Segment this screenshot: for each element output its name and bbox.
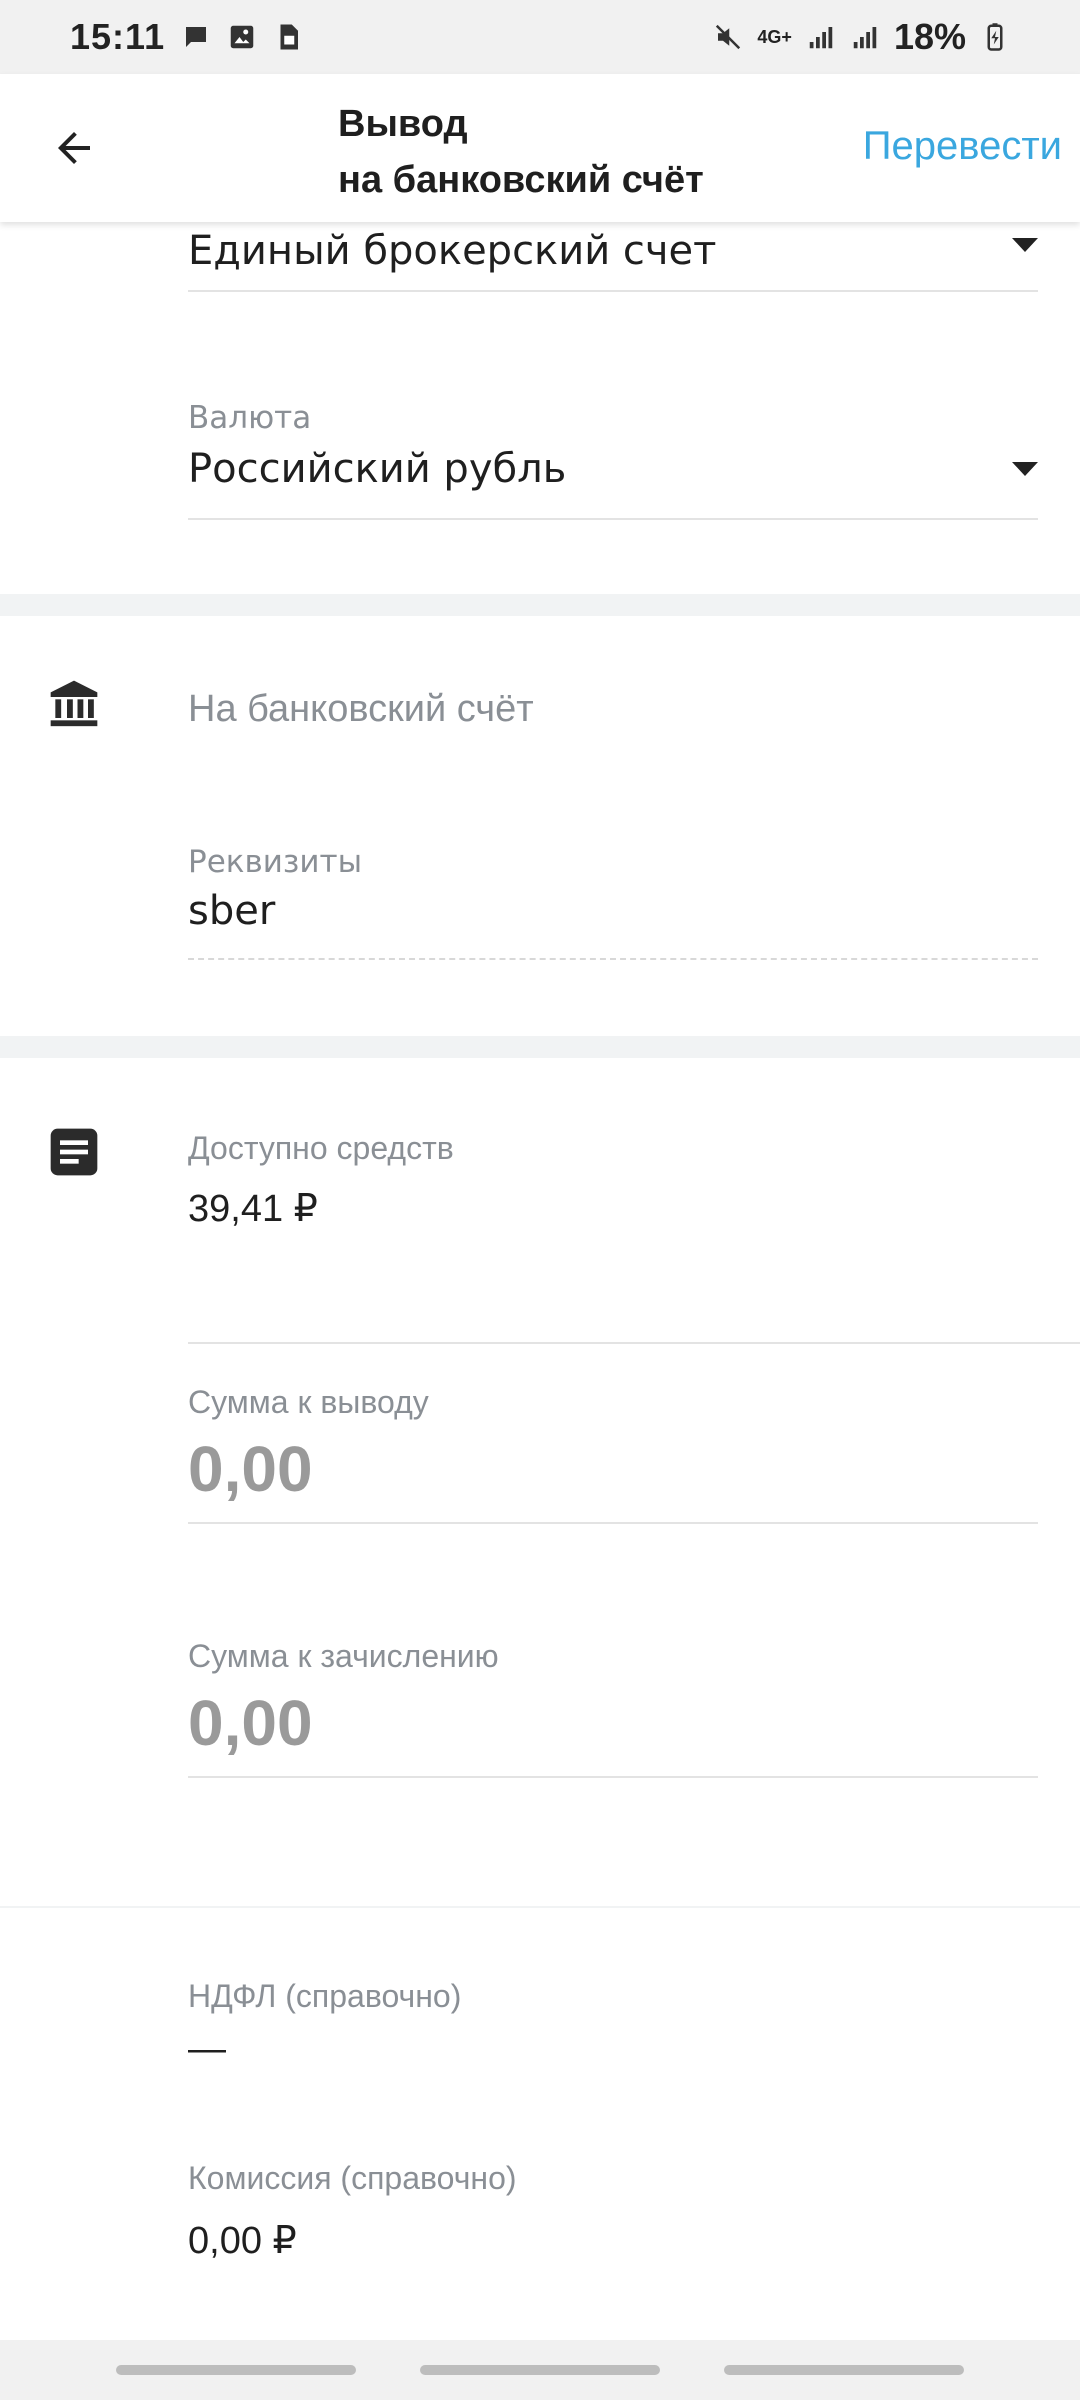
- network-type-label: 4G+: [757, 26, 792, 47]
- status-left: 15:11: [70, 16, 303, 58]
- currency-label: Валюта: [188, 400, 312, 436]
- withdraw-value: 0,00: [188, 1433, 313, 1505]
- credit-value: 0,00: [188, 1687, 313, 1759]
- dropdown-caret-icon: [1012, 238, 1038, 252]
- tax-value: —: [188, 2028, 226, 2070]
- account-select[interactable]: Единый брокерский счет: [188, 222, 1038, 292]
- commission-value: 0,00 ₽: [188, 2220, 297, 2262]
- credit-label: Сумма к зачислению: [188, 1638, 499, 1674]
- back-arrow-icon: [58, 132, 90, 164]
- app-bar: Вывод на банковский счёт Перевести: [0, 74, 1080, 222]
- battery-percent: 18%: [893, 16, 966, 57]
- battery-charging-icon: [987, 23, 1003, 51]
- nav-recents-button[interactable]: [116, 2365, 356, 2375]
- status-time: 15:11: [70, 16, 166, 57]
- currency-underline: [188, 518, 1038, 520]
- tax-label: НДФЛ (справочно): [188, 1978, 462, 2014]
- bank-details-label: Реквизиты: [188, 844, 363, 880]
- withdraw-label: Сумма к выводу: [188, 1384, 429, 1420]
- bank-section-title: На банковский счёт: [188, 688, 534, 730]
- page-title: Вывод на банковский счёт: [338, 96, 704, 208]
- signal-icon: [809, 27, 833, 49]
- bank-account-card: На банковский счёт Реквизиты sber: [0, 616, 1080, 1036]
- status-bar: 15:11 4G+ 18%: [0, 0, 1080, 74]
- page-title-line-2: на банковский счёт: [338, 159, 704, 201]
- system-nav-bar: [0, 2340, 1080, 2400]
- document-icon: [50, 1128, 98, 1176]
- currency-select[interactable]: Валюта Российский рубль: [188, 400, 1038, 522]
- transfer-button[interactable]: Перевести: [863, 124, 1062, 169]
- withdraw-underline: [188, 1522, 1038, 1524]
- credit-amount-input[interactable]: Сумма к зачислению 0,00: [188, 1638, 1038, 1778]
- image-icon: [230, 25, 254, 49]
- tax-info: НДФЛ (справочно) —: [188, 1978, 1038, 2078]
- withdraw-amount-input[interactable]: Сумма к выводу 0,00: [188, 1384, 1038, 1524]
- commission-label: Комиссия (справочно): [188, 2160, 517, 2196]
- available-label: Доступно средств: [188, 1130, 454, 1166]
- signal-icon-2: [853, 27, 877, 49]
- bank-details-value: sber: [188, 888, 276, 934]
- bank-details-underline: [188, 958, 1038, 960]
- bank-icon: [50, 680, 98, 727]
- available-funds: Доступно средств 39,41 ₽: [188, 1130, 1080, 1344]
- mute-icon: [716, 24, 741, 50]
- account-value: Единый брокерский счет: [188, 228, 717, 274]
- chat-bubble-icon: [186, 27, 207, 47]
- nav-home-button[interactable]: [420, 2365, 660, 2375]
- dropdown-caret-icon: [1012, 462, 1038, 476]
- sim-card-icon: [280, 24, 299, 50]
- currency-value: Российский рубль: [188, 446, 567, 492]
- account-underline: [188, 290, 1038, 292]
- back-button[interactable]: [34, 112, 114, 184]
- available-value: 39,41 ₽: [188, 1188, 318, 1230]
- amounts-card: Доступно средств 39,41 ₽ Сумма к выводу …: [0, 1058, 1080, 1906]
- source-account-card: Единый брокерский счет Валюта Российский…: [0, 222, 1080, 594]
- bank-details-field[interactable]: Реквизиты sber: [188, 844, 1038, 964]
- commission-info: Комиссия (справочно) 0,00 ₽: [188, 2160, 1038, 2262]
- credit-underline: [188, 1776, 1038, 1778]
- nav-back-button[interactable]: [724, 2365, 964, 2375]
- fees-card: НДФЛ (справочно) — Комиссия (справочно) …: [0, 1908, 1080, 2340]
- page-title-line-1: Вывод: [338, 103, 468, 145]
- status-right: 4G+ 18%: [713, 16, 1010, 58]
- available-underline: [188, 1342, 1080, 1344]
